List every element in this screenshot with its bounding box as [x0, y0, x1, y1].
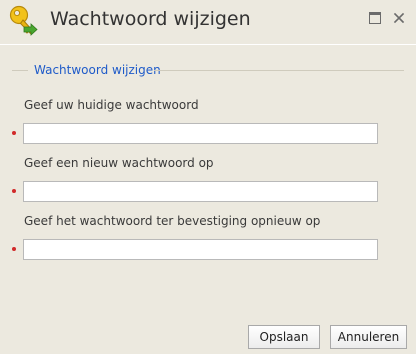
close-icon[interactable] [392, 10, 406, 24]
password-fieldset: Wachtwoord wijzigen [12, 61, 404, 81]
confirm-password-field[interactable] [23, 239, 378, 260]
current-password-field[interactable] [23, 123, 378, 144]
new-password-field[interactable] [23, 181, 378, 202]
key-icon [8, 5, 42, 37]
fieldset-border [12, 70, 28, 71]
dialog-title: Wachtwoord wijzigen [50, 8, 251, 30]
title-divider [0, 44, 416, 45]
fieldset-border [154, 70, 404, 71]
required-marker [12, 189, 16, 193]
title-bar: Wachtwoord wijzigen [0, 0, 416, 40]
fieldset-legend: Wachtwoord wijzigen [34, 63, 161, 77]
required-marker [12, 131, 16, 135]
save-button[interactable]: Opslaan [248, 325, 320, 349]
change-password-dialog: Wachtwoord wijzigen Wachtwoord wijzigen … [0, 0, 416, 354]
cancel-button[interactable]: Annuleren [330, 325, 407, 349]
current-password-label: Geef uw huidige wachtwoord [24, 98, 199, 112]
new-password-label: Geef een nieuw wachtwoord op [24, 156, 214, 170]
maximize-icon[interactable] [368, 10, 382, 24]
required-marker [12, 247, 16, 251]
confirm-password-label: Geef het wachtwoord ter bevestiging opni… [24, 214, 321, 228]
